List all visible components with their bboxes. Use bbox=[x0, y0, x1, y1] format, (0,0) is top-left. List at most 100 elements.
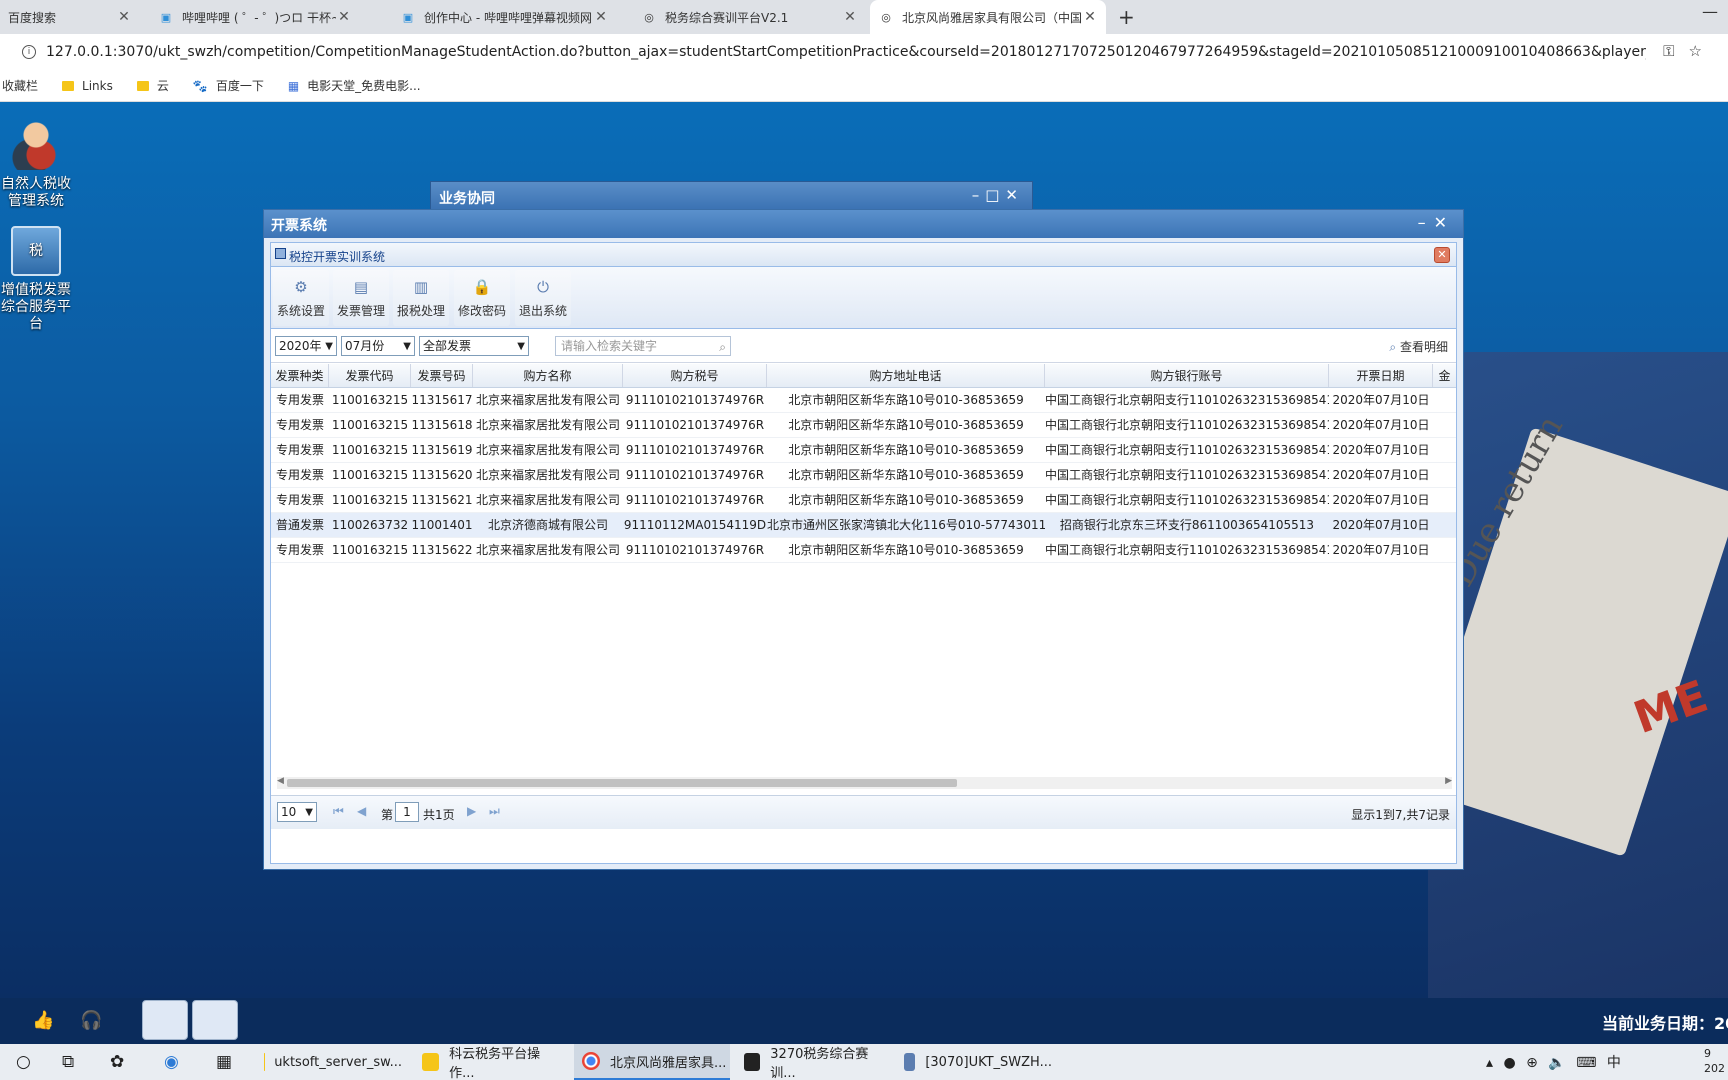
taskbar-item[interactable]: uktsoft_server_sw... bbox=[256, 1044, 402, 1080]
page-size-select[interactable]: 10 ▼ bbox=[277, 802, 317, 822]
year-select[interactable]: 2020年 ▼ bbox=[275, 336, 337, 356]
calendar-app-icon[interactable] bbox=[142, 1000, 188, 1040]
window-controls-icon[interactable]: –✕ bbox=[1418, 213, 1455, 232]
table-cell: 专用发票 bbox=[275, 543, 324, 557]
system-settings-button[interactable]: ⚙ 系统设置 bbox=[273, 270, 329, 326]
search-placeholder: 请输入检索关键字 bbox=[561, 339, 658, 353]
column-header[interactable]: 发票种类 bbox=[271, 364, 329, 387]
close-icon[interactable]: ✕ bbox=[116, 9, 132, 25]
bookmark-item[interactable]: 收藏栏 bbox=[2, 77, 38, 94]
taskbar-label: 科云税务平台操作... bbox=[449, 1047, 541, 1080]
bookmark-label: 云 bbox=[156, 79, 169, 93]
close-icon[interactable]: ✕ bbox=[593, 9, 609, 25]
taskbar-label: [3070]UKT_SWZH... bbox=[925, 1054, 1052, 1070]
page-number-input[interactable]: 1 bbox=[395, 802, 419, 822]
table-row[interactable]: 专用发票 1100163215 11315621 北京来福家居批发有限公司 911101… bbox=[271, 488, 1456, 513]
ime-indicator[interactable]: 中 bbox=[1607, 1055, 1624, 1071]
browser-tab[interactable]: ▣ 创作中心 - 哔哩哔哩弹幕视频网 ✕ bbox=[392, 0, 617, 34]
tax-report-button[interactable]: ▥ 报税处理 bbox=[393, 270, 449, 326]
browser-tab-active[interactable]: ◎ 北京风尚雅居家具有限公司（中国 ✕ bbox=[870, 0, 1106, 34]
globe-icon: ◎ bbox=[644, 10, 654, 24]
scroll-right-icon[interactable]: ▶ bbox=[1445, 776, 1452, 786]
browser-tab[interactable]: ▣ 哔哩哔哩 ( ゜- ゜)つロ 干杯~-bili ✕ bbox=[150, 0, 360, 34]
search-input[interactable]: 请输入检索关键字 ⌕ bbox=[555, 336, 731, 356]
taskbar-item[interactable]: 3270税务综合赛训... bbox=[736, 1044, 882, 1080]
prev-page-icon[interactable]: ◀ bbox=[357, 804, 366, 818]
window-controls-icon[interactable]: –□✕ bbox=[972, 186, 1024, 204]
window-title-bar[interactable]: 开票系统 –✕ bbox=[264, 210, 1463, 238]
view-detail-button[interactable]: ⌕ 查看明细 bbox=[1389, 338, 1448, 355]
column-header[interactable]: 购方地址电话 bbox=[767, 364, 1045, 387]
table-cell: 中国工商银行北京朝阳支行1101026323153698541 bbox=[1045, 443, 1329, 457]
table-row[interactable]: 专用发票 1100163215 11315618 北京来福家居批发有限公司 911101… bbox=[271, 413, 1456, 438]
taskbar-item[interactable]: 科云税务平台操作... bbox=[414, 1044, 560, 1080]
app-icon[interactable]: ✿ bbox=[110, 1052, 124, 1072]
task-view-icon[interactable]: ⧉ bbox=[62, 1052, 74, 1072]
business-collab-window[interactable]: 业务协同 –□✕ bbox=[430, 181, 1033, 211]
search-icon[interactable]: ⌕ bbox=[719, 338, 726, 356]
desktop-icon-vat-invoice-platform[interactable]: 税 增值税发票综合服务平台 bbox=[0, 226, 76, 333]
table-cell: 专用发票 bbox=[275, 443, 324, 457]
calculator-icon[interactable]: ▦ bbox=[216, 1052, 232, 1072]
table-row[interactable]: 专用发票 1100163215 11315622 北京来福家居批发有限公司 911101… bbox=[271, 538, 1456, 563]
scrollbar-thumb[interactable] bbox=[287, 779, 957, 787]
table-cell: 北京市朝阳区新华东路10号010-36853659 bbox=[788, 393, 1024, 407]
table-header: 发票种类 发票代码 发票号码 购方名称 购方税号 购方地址电话 购方银行账号 开票日期金 bbox=[271, 364, 1456, 388]
table-cell: 北京市朝阳区新华东路10号010-36853659 bbox=[788, 443, 1024, 457]
tax-report-icon: ▥ bbox=[413, 278, 429, 296]
star-icon[interactable]: ⚿☆ bbox=[1663, 42, 1716, 60]
bilibili-icon: ▣ bbox=[402, 10, 414, 24]
close-icon[interactable]: ✕ bbox=[1082, 9, 1098, 25]
close-icon[interactable]: ✕ bbox=[1434, 247, 1450, 263]
headset-icon[interactable]: 🎧 bbox=[80, 1010, 102, 1031]
printer-app-icon[interactable] bbox=[192, 1000, 238, 1040]
column-header[interactable]: 开票日期 bbox=[1329, 364, 1433, 387]
edge-icon[interactable]: ◉ bbox=[164, 1052, 179, 1072]
table-cell bbox=[1433, 413, 1456, 437]
table-row[interactable]: 专用发票 1100163215 11315619 北京来福家居批发有限公司 911101… bbox=[271, 438, 1456, 463]
new-tab-button[interactable]: + bbox=[1118, 5, 1135, 29]
column-header[interactable]: 购方名称 bbox=[473, 364, 623, 387]
taskbar-item[interactable]: [3070]UKT_SWZH... bbox=[896, 1044, 1052, 1080]
toolbar-label: 发票管理 bbox=[336, 304, 385, 318]
search-icon[interactable]: ○ bbox=[16, 1052, 31, 1072]
invoice-management-button[interactable]: ▤ 发票管理 bbox=[333, 270, 389, 326]
last-page-icon[interactable]: ⏭ bbox=[489, 804, 500, 819]
close-icon[interactable]: ✕ bbox=[336, 9, 352, 25]
table-row[interactable]: 专用发票 1100163215 11315620 北京来福家居批发有限公司 911101… bbox=[271, 463, 1456, 488]
table-cell: 北京来福家居批发有限公司 bbox=[475, 418, 620, 432]
bookmark-item[interactable]: 🐾 百度一下 bbox=[193, 77, 264, 94]
desktop-icon-label: 增值税发票综合服务平台 bbox=[1, 282, 71, 332]
thumbs-up-icon[interactable]: 👍 bbox=[32, 1010, 54, 1031]
column-header[interactable]: 发票号码 bbox=[411, 364, 473, 387]
horizontal-scrollbar[interactable]: ◀ ▶ bbox=[277, 776, 1452, 789]
system-tray[interactable]: ▴ ● ⊕ 🔈 ⌨ 中 bbox=[1486, 1052, 1624, 1072]
info-icon[interactable]: i bbox=[22, 45, 36, 59]
bookmark-item[interactable]: 云 bbox=[136, 77, 169, 94]
table-row[interactable]: 专用发票 1100163215 11315617 北京来福家居批发有限公司 911101… bbox=[271, 388, 1456, 413]
table-cell: 91110112MA0154119D bbox=[623, 518, 767, 532]
next-page-icon[interactable]: ▶ bbox=[467, 804, 476, 818]
browser-tab[interactable]: 百度搜索 ✕ bbox=[0, 0, 140, 34]
bookmark-item[interactable]: ▦ 电影天堂_免费电影... bbox=[288, 77, 421, 94]
change-password-button[interactable]: 🔒 修改密码 bbox=[454, 270, 510, 326]
table-row[interactable]: 普通发票 1100263732 11001401 北京济德商城有限公司 91110112… bbox=[271, 513, 1456, 538]
first-page-icon[interactable]: ⏮ bbox=[333, 804, 344, 819]
column-header[interactable]: 发票代码 bbox=[329, 364, 411, 387]
window-minimize-icon[interactable]: — bbox=[1702, 2, 1718, 21]
table-cell: 1100163215 bbox=[331, 418, 409, 432]
bookmark-item[interactable]: Links bbox=[62, 79, 113, 93]
desktop-icon-natural-person-tax[interactable]: 自然人税收管理系统 bbox=[0, 120, 76, 210]
browser-tab[interactable]: ◎ 税务综合赛训平台V2.1 ✕ bbox=[633, 0, 866, 34]
invoice-type-select[interactable]: 全部发票 ▼ bbox=[419, 336, 529, 356]
close-icon[interactable]: ✕ bbox=[842, 9, 858, 25]
column-header[interactable]: 金 bbox=[1433, 364, 1456, 387]
month-select[interactable]: 07月份 ▼ bbox=[341, 336, 415, 356]
taskbar-item-active[interactable]: 北京风尚雅居家具... bbox=[574, 1044, 730, 1080]
clock[interactable]: 9 202 bbox=[1704, 1046, 1725, 1076]
scroll-left-icon[interactable]: ◀ bbox=[277, 776, 284, 786]
url-field[interactable]: 127.0.0.1:3070/ukt_swzh/competition/Comp… bbox=[46, 44, 1646, 60]
exit-system-button[interactable]: ⏻ 退出系统 bbox=[515, 270, 571, 326]
column-header[interactable]: 购方税号 bbox=[623, 364, 767, 387]
column-header[interactable]: 购方银行账号 bbox=[1045, 364, 1329, 387]
